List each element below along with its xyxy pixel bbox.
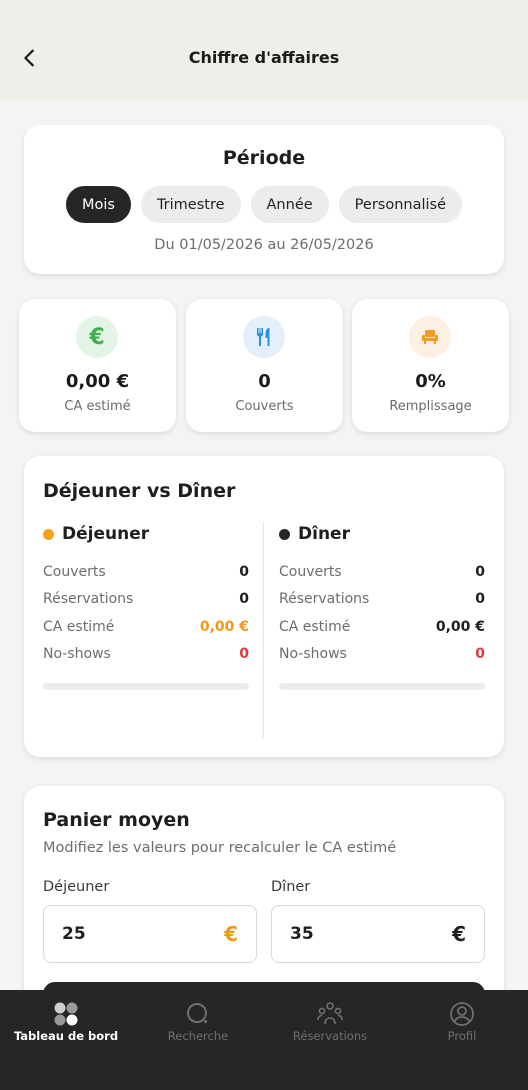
lunch-dot <box>43 528 54 540</box>
dinner-field-label: Dîner <box>271 879 311 895</box>
nav-recherche[interactable]: Recherche <box>132 990 264 1090</box>
row-label: Couverts <box>279 563 342 580</box>
input-value: 35 <box>290 924 314 944</box>
dinner-column: Dîner Couverts 0 Réservations 0 CA estim… <box>279 522 485 690</box>
input-value: 25 <box>62 924 86 944</box>
row-value: 0 <box>239 591 249 608</box>
list-item: CA estimé 0,00 € <box>43 613 249 641</box>
dinner-basket-input[interactable]: 35 € <box>271 905 485 963</box>
nav-tableau-de-bord[interactable]: Tableau de bord <box>0 990 132 1090</box>
nav-profil[interactable]: Profil <box>396 990 528 1090</box>
stat-value: 0% <box>415 371 446 392</box>
lunch-column: Déjeuner Couverts 0 Réservations 0 CA es… <box>43 522 249 690</box>
section-title: Déjeuner vs Dîner <box>43 480 236 502</box>
nav-label: Profil <box>447 1029 477 1043</box>
stat-card-couverts: 0 Couverts <box>186 299 343 432</box>
nav-label: Recherche <box>167 1029 229 1043</box>
stat-label: Remplissage <box>389 399 472 414</box>
row-value: 0 <box>475 591 485 608</box>
row-value: 0,00 € <box>435 618 485 635</box>
stat-label: CA estimé <box>64 399 131 414</box>
app-header: Chiffre d'affaires <box>0 0 528 100</box>
period-range: Du 01/05/2026 au 26/05/2026 <box>154 237 374 253</box>
row-value: 0 <box>239 563 249 580</box>
euro-icon: € <box>224 922 238 946</box>
people-icon <box>317 1002 343 1025</box>
stat-value: 0,00 € <box>65 371 130 392</box>
list-item: Réservations 0 <box>43 586 249 614</box>
chip-annee[interactable]: Année <box>250 186 329 223</box>
section-title: Panier moyen <box>43 809 190 831</box>
stat-label: Couverts <box>235 399 294 414</box>
lunch-progress-bar <box>43 683 249 690</box>
section-subtitle: Modifiez les valeurs pour recalculer le … <box>43 840 397 856</box>
nav-label: Réservations <box>292 1029 368 1043</box>
row-label: No-shows <box>43 646 111 663</box>
cutlery-icon <box>243 316 285 358</box>
row-value: 0 <box>239 646 249 663</box>
row-label: CA estimé <box>279 618 351 635</box>
list-item: No-shows 0 <box>279 641 485 669</box>
period-title: Période <box>222 147 306 169</box>
search-icon <box>187 1003 208 1024</box>
row-label: Couverts <box>43 563 106 580</box>
armchair-icon <box>409 316 451 358</box>
list-item: No-shows 0 <box>43 641 249 669</box>
row-value: 0 <box>475 563 485 580</box>
lunch-title: Déjeuner <box>62 524 150 544</box>
lunch-field-label: Déjeuner <box>43 879 110 895</box>
row-label: No-shows <box>279 646 347 663</box>
row-label: Réservations <box>43 591 134 608</box>
dinner-dot <box>279 528 290 540</box>
period-chips: Mois Trimestre Année Personnalisé <box>24 186 504 223</box>
list-item: Réservations 0 <box>279 586 485 614</box>
average-basket-card: Panier moyen Modifiez les valeurs pour r… <box>24 786 504 990</box>
page-title: Chiffre d'affaires <box>188 48 340 67</box>
column-divider <box>263 522 264 738</box>
period-card: Période Mois Trimestre Année Personnalis… <box>24 125 504 274</box>
list-item: Couverts 0 <box>43 558 249 586</box>
main-content: Période Mois Trimestre Année Personnalis… <box>0 100 528 990</box>
list-item: CA estimé 0,00 € <box>279 613 485 641</box>
dinner-progress-bar <box>279 683 485 690</box>
stat-card-ca: € 0,00 € CA estimé <box>19 299 176 432</box>
nav-label: Tableau de bord <box>13 1029 119 1043</box>
stat-value: 0 <box>258 371 271 392</box>
list-item: Couverts 0 <box>279 558 485 586</box>
bottom-nav: Tableau de bord Recherche Réservations P… <box>0 990 528 1090</box>
recalculate-button[interactable] <box>43 982 485 990</box>
row-label: CA estimé <box>43 618 115 635</box>
chip-mois[interactable]: Mois <box>65 186 131 223</box>
stat-card-remplissage: 0% Remplissage <box>352 299 509 432</box>
dashboard-icon <box>54 1002 78 1026</box>
row-value: 0,00 € <box>199 618 249 635</box>
euro-icon: € <box>452 922 466 946</box>
nav-reservations[interactable]: Réservations <box>264 990 396 1090</box>
euro-icon: € <box>76 316 118 358</box>
profile-icon <box>450 1002 474 1026</box>
row-label: Réservations <box>279 591 370 608</box>
dinner-title: Dîner <box>298 524 350 544</box>
lunch-vs-dinner-card: Déjeuner vs Dîner Déjeuner Couverts 0 Ré… <box>24 456 504 757</box>
chip-personnalise[interactable]: Personnalisé <box>338 186 463 223</box>
row-value: 0 <box>475 646 485 663</box>
chip-trimestre[interactable]: Trimestre <box>140 186 241 223</box>
lunch-basket-input[interactable]: 25 € <box>43 905 257 963</box>
